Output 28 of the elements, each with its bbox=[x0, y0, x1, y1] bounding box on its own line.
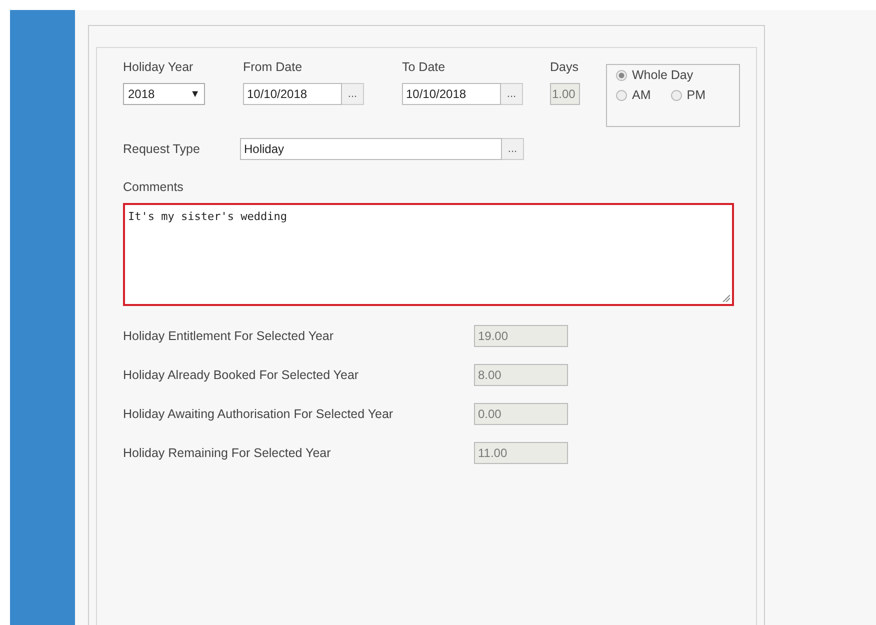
year-dropdown[interactable]: 2018 ▼ bbox=[123, 83, 205, 105]
field-label: Holiday Remaining For Selected Year bbox=[123, 446, 332, 460]
readonly-field: 0.00 bbox=[474, 403, 568, 425]
radio-option[interactable]: PM bbox=[670, 88, 706, 102]
readonly-field: 8.00 bbox=[474, 364, 568, 386]
radio-option[interactable]: Whole Day bbox=[616, 68, 694, 82]
date-picker-button[interactable]: ... bbox=[342, 83, 364, 105]
field-label: Holiday Awaiting Authorisation For Selected Year bbox=[123, 407, 394, 421]
field-label: From Date bbox=[243, 60, 304, 74]
radio-option[interactable]: AM bbox=[616, 88, 651, 102]
comments-field[interactable]: It's my sister's wedding bbox=[123, 203, 734, 306]
field-label: Request Type bbox=[123, 142, 201, 156]
request-type-field[interactable]: Holiday bbox=[240, 138, 502, 160]
readonly-field: 11.00 bbox=[474, 442, 568, 464]
field-label: Days bbox=[550, 60, 580, 74]
field-label: Holiday Entitlement For Selected Year bbox=[123, 329, 335, 343]
caret-icon: ▼ bbox=[190, 88, 200, 100]
field-label: Holiday Year bbox=[123, 60, 194, 74]
date-field[interactable]: 10/10/2018 bbox=[402, 83, 501, 105]
readonly-field: 19.00 bbox=[474, 325, 568, 347]
date-field[interactable]: 10/10/2018 bbox=[243, 83, 342, 105]
field-label: To Date bbox=[402, 60, 446, 74]
field-label: Holiday Already Booked For Selected Year bbox=[123, 368, 360, 382]
days-field: 1.00 bbox=[550, 83, 580, 105]
field-label: Comments bbox=[123, 180, 184, 194]
lookup-button[interactable]: ... bbox=[502, 138, 524, 160]
date-picker-button[interactable]: ... bbox=[501, 83, 523, 105]
resize-handle-icon[interactable] bbox=[722, 294, 730, 302]
